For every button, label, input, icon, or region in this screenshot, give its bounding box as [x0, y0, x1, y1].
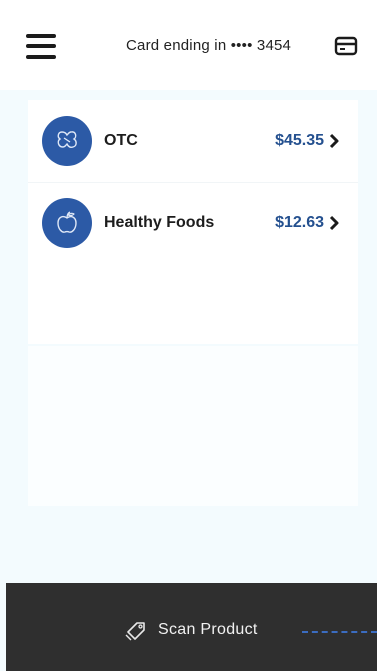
dashed-indicator	[302, 631, 377, 633]
pill-icon	[42, 116, 92, 166]
benefit-label: Healthy Foods	[104, 214, 215, 231]
chevron-right-icon	[328, 215, 340, 231]
hamburger-menu-icon[interactable]	[26, 32, 56, 62]
credit-card-icon[interactable]	[334, 36, 358, 56]
benefit-label: OTC	[104, 132, 138, 149]
chevron-right-icon	[328, 133, 340, 149]
app-screen: Card ending in •••• 3454 OTC $45.35 Heal…	[0, 0, 377, 671]
bottom-action-bar: Scan Product	[6, 583, 377, 671]
tag-icon	[124, 620, 148, 642]
app-header: Card ending in •••• 3454	[0, 0, 377, 90]
benefit-amount: $12.63	[275, 214, 324, 231]
benefits-list: OTC $45.35 Healthy Foods $12.63	[28, 100, 358, 344]
empty-panel	[28, 346, 358, 506]
card-ending-label: Card ending in •••• 3454	[126, 37, 292, 54]
benefit-amount: $45.35	[275, 132, 324, 149]
apple-icon	[42, 198, 92, 248]
scan-product-label: Scan Product	[158, 621, 258, 638]
benefit-item-healthy-foods[interactable]: Healthy Foods $12.63	[28, 182, 358, 264]
benefit-item-otc[interactable]: OTC $45.35	[28, 100, 358, 183]
